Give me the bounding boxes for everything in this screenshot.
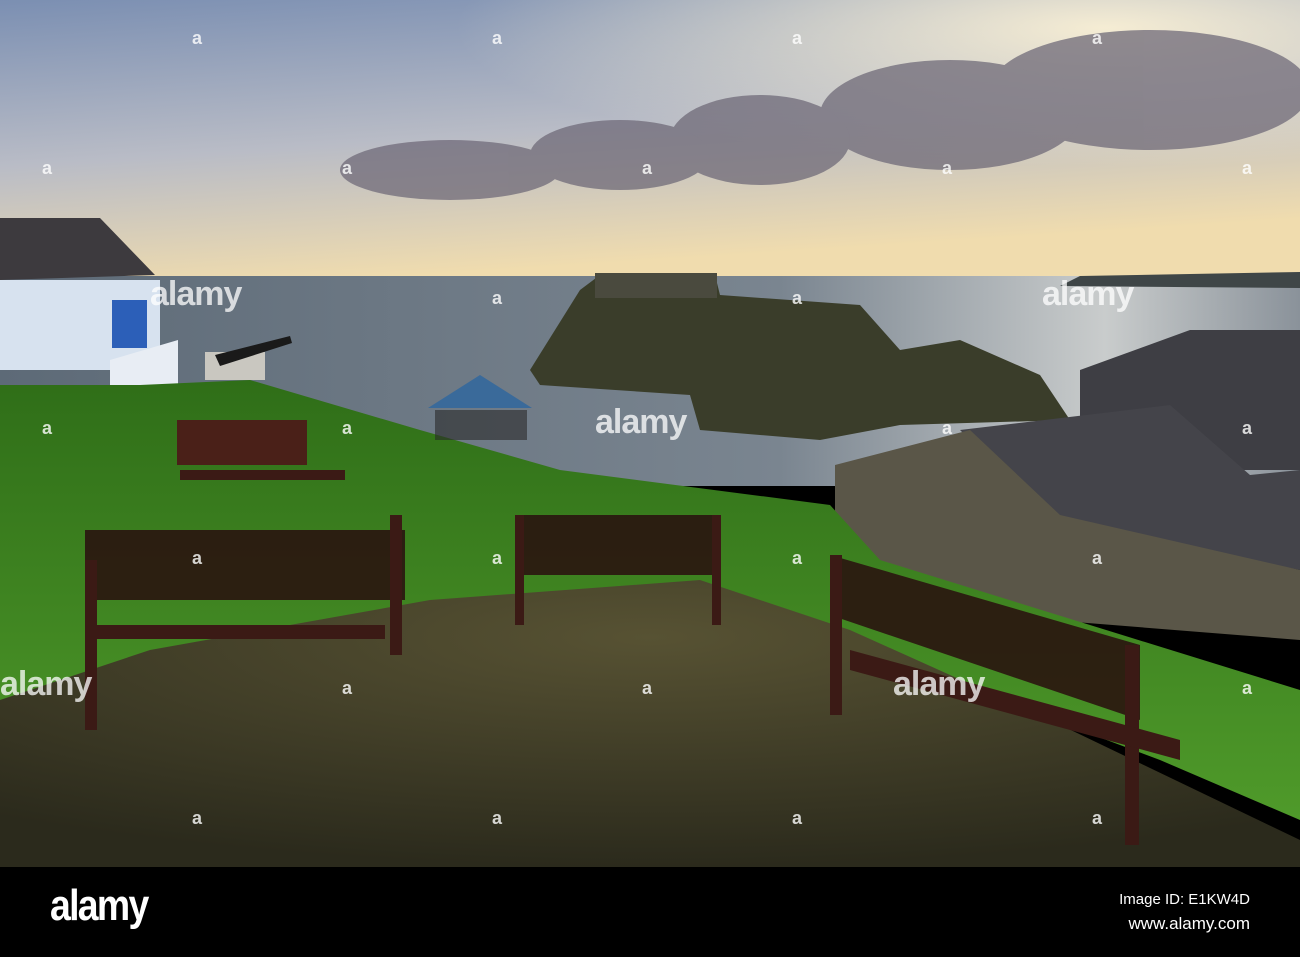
watermark-mark: a	[192, 548, 203, 568]
watermark-mark: a	[342, 158, 353, 178]
watermark-mark: a	[192, 808, 203, 828]
watermark-mark: a	[1242, 678, 1253, 698]
watermark-text: alamy	[595, 403, 687, 441]
watermark-mark: a	[792, 548, 803, 568]
watermark-mark: a	[942, 158, 953, 178]
watermark-mark: a	[1242, 158, 1253, 178]
watermark-mark: a	[492, 548, 503, 568]
watermark-mark: a	[642, 158, 653, 178]
watermark-mark: a	[1242, 418, 1253, 438]
watermark-mark: a	[942, 418, 953, 438]
watermark-mark: a	[792, 28, 803, 48]
watermark-mark: a	[192, 28, 203, 48]
alamy-logo: alamy	[50, 881, 149, 930]
watermark-text: alamy	[893, 665, 985, 703]
watermark-mark: a	[1092, 808, 1103, 828]
watermark-mark: a	[492, 808, 503, 828]
watermark-mark: a	[792, 808, 803, 828]
image-id: Image ID: E1KW4D	[1119, 891, 1250, 908]
watermark-mark: a	[342, 418, 353, 438]
watermark-mark: a	[1092, 548, 1103, 568]
watermark-mark: a	[792, 288, 803, 308]
footer-bar: alamy Image ID: E1KW4D www.alamy.com	[0, 867, 1300, 957]
watermark-mark: a	[642, 678, 653, 698]
watermark-text: alamy	[1042, 275, 1134, 313]
site-url: www.alamy.com	[1128, 914, 1250, 933]
watermark-mark: a	[492, 28, 503, 48]
watermark-text: alamy	[150, 275, 242, 313]
watermark-mark: a	[42, 418, 53, 438]
watermark-mark: a	[1092, 28, 1103, 48]
watermark-text: alamy	[0, 665, 92, 703]
watermark-mark: a	[492, 288, 503, 308]
watermark-mark: a	[42, 158, 53, 178]
watermark-mark: a	[342, 678, 353, 698]
